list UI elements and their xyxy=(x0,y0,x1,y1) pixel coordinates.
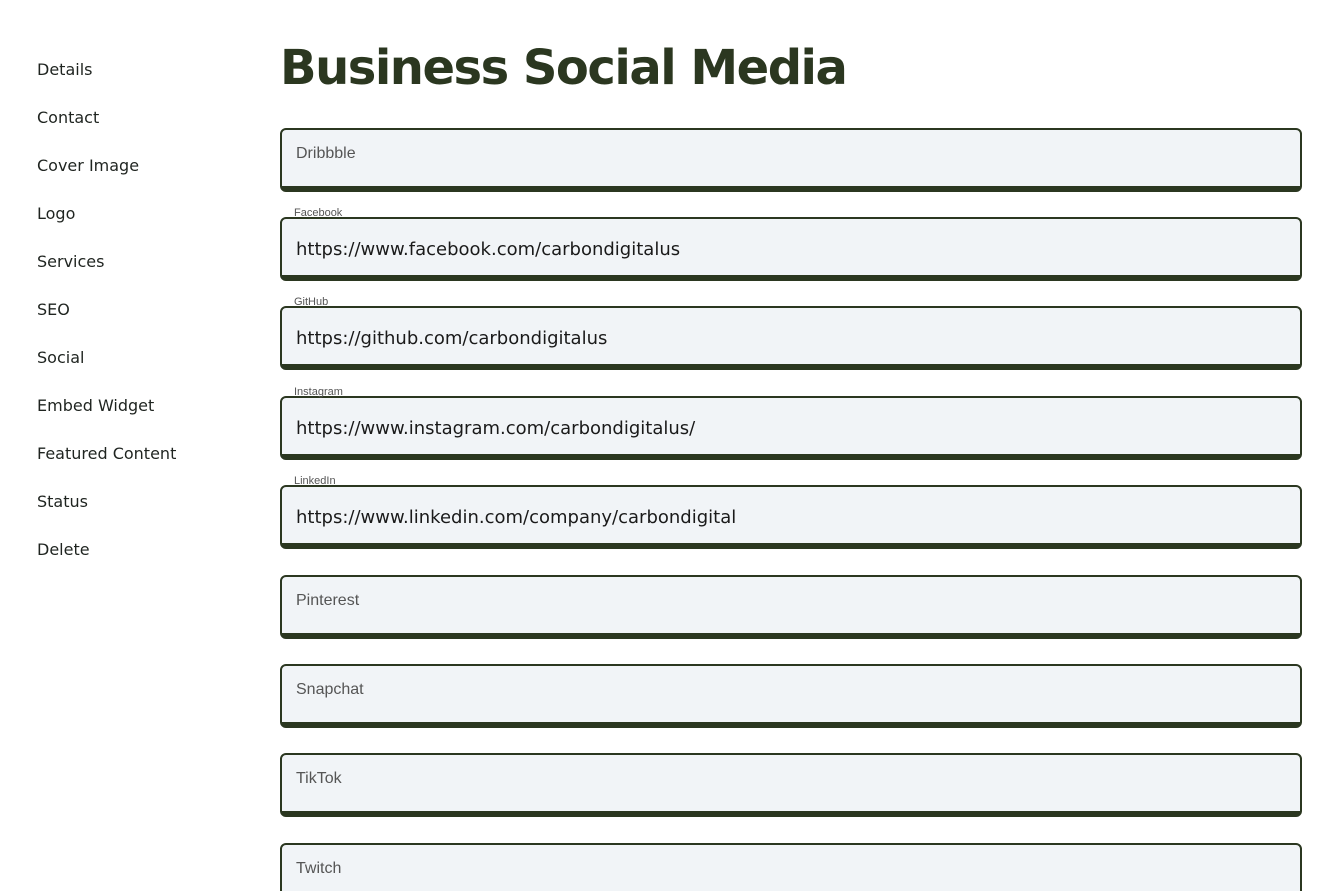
github-input[interactable] xyxy=(296,310,1286,366)
sidebar-item-social[interactable]: Social xyxy=(37,334,237,382)
sidebar-nav: Details Contact Cover Image Logo Service… xyxy=(37,46,237,574)
linkedin-input[interactable] xyxy=(296,489,1286,545)
twitch-input[interactable] xyxy=(296,839,1286,891)
sidebar-item-logo[interactable]: Logo xyxy=(37,190,237,238)
sidebar-item-status[interactable]: Status xyxy=(37,478,237,526)
facebook-input[interactable] xyxy=(296,221,1286,277)
facebook-field-group: Facebook xyxy=(280,207,1302,281)
sidebar-item-cover-image[interactable]: Cover Image xyxy=(37,142,237,190)
tiktok-input[interactable] xyxy=(296,749,1286,805)
snapchat-input[interactable] xyxy=(296,660,1286,716)
twitch-field-group xyxy=(280,839,1302,891)
pinterest-field-group xyxy=(280,571,1302,639)
pinterest-input[interactable] xyxy=(296,571,1286,627)
dribbble-input[interactable] xyxy=(296,124,1286,180)
sidebar-item-details[interactable]: Details xyxy=(37,46,237,94)
instagram-label: Instagram xyxy=(294,386,343,398)
linkedin-field-box[interactable] xyxy=(280,485,1302,549)
sidebar-item-embed-widget[interactable]: Embed Widget xyxy=(37,382,237,430)
snapchat-field-box[interactable] xyxy=(280,660,1302,728)
sidebar-item-contact[interactable]: Contact xyxy=(37,94,237,142)
tiktok-field-group xyxy=(280,749,1302,817)
dribbble-field-box[interactable] xyxy=(280,124,1302,192)
sidebar-item-seo[interactable]: SEO xyxy=(37,286,237,334)
linkedin-label: LinkedIn xyxy=(294,475,336,487)
github-label: GitHub xyxy=(294,296,329,308)
sidebar-item-delete[interactable]: Delete xyxy=(37,526,237,574)
pinterest-field-box[interactable] xyxy=(280,571,1302,639)
instagram-field-box[interactable] xyxy=(280,396,1302,460)
page-title: Business Social Media xyxy=(280,40,848,96)
sidebar-item-featured-content[interactable]: Featured Content xyxy=(37,430,237,478)
github-field-box[interactable] xyxy=(280,306,1302,370)
sidebar-item-services[interactable]: Services xyxy=(37,238,237,286)
linkedin-field-group: LinkedIn xyxy=(280,475,1302,549)
facebook-label: Facebook xyxy=(294,207,343,219)
facebook-field-box[interactable] xyxy=(280,217,1302,281)
github-field-group: GitHub xyxy=(280,296,1302,370)
instagram-field-group: Instagram xyxy=(280,386,1302,460)
tiktok-field-box[interactable] xyxy=(280,749,1302,817)
instagram-input[interactable] xyxy=(296,400,1286,456)
twitch-field-box[interactable] xyxy=(280,839,1302,891)
dribbble-field-group xyxy=(280,124,1302,192)
snapchat-field-group xyxy=(280,660,1302,728)
